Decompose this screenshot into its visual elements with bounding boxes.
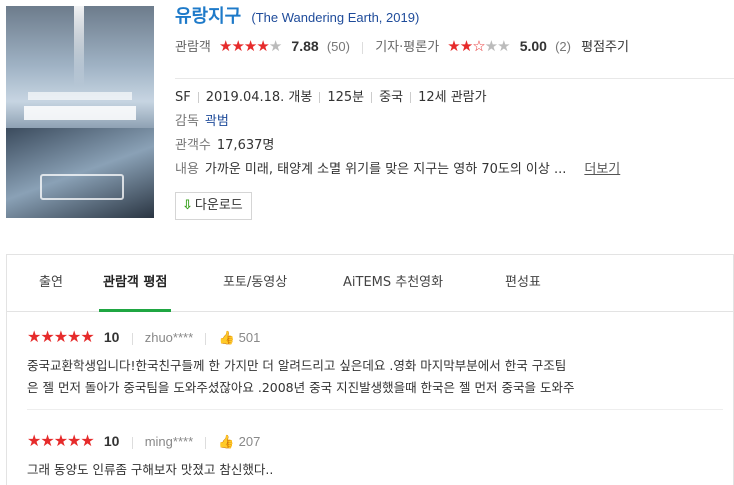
poster-ice-landscape: [6, 128, 154, 218]
download-button[interactable]: ⇩ 다운로드: [175, 192, 252, 220]
movie-original-title: (The Wandering Earth, 2019): [251, 10, 420, 25]
plot-label: 내용: [175, 162, 199, 177]
review-text: 그래 동양도 인류좀 구해보자 맛졌고 참신했다..: [27, 459, 723, 481]
review-text-line: 그래 동양도 인류좀 구해보자 맛졌고 참신했다..: [27, 462, 274, 477]
country[interactable]: 중국: [379, 90, 403, 105]
divider: [131, 436, 133, 449]
tab-cast[interactable]: 출연: [39, 255, 63, 311]
review-panel: 출연 관람객 평점 포토/동영상 AiTEMS 추천영화 편성표 ★★★★★ 1…: [6, 254, 734, 485]
audience-rating-label: 관람객: [175, 40, 211, 55]
review-divider: [27, 409, 723, 410]
review-likes: 207: [238, 434, 261, 449]
download-icon: ⇩: [182, 198, 193, 213]
review-text: 중국교환학생입니다!한국친구들께 한 가지만 더 알려드리고 싶은데요 .영화 …: [27, 355, 723, 399]
critic-star-icons: ★★☆★★: [447, 37, 510, 55]
audience-score: 7.88: [291, 38, 319, 54]
divider: [205, 436, 207, 449]
review-user[interactable]: zhuo****: [145, 330, 193, 345]
review-text-line: 중국교환학생입니다!한국친구들께 한 가지만 더 알려드리고 싶은데요 .영화 …: [27, 358, 567, 373]
review-likes: 501: [238, 330, 261, 345]
review-star-icons: ★★★★★: [27, 327, 95, 346]
poster-light-beam: [74, 6, 84, 86]
review-item: ★★★★★ 10 ming**** 👍 207 그래 동양도 인류좀 구해보자 맛…: [27, 429, 723, 481]
viewers-label: 관객수: [175, 138, 211, 153]
review-score: 10: [103, 329, 120, 345]
tab-schedule[interactable]: 편성표: [505, 255, 541, 311]
tab-aitems-recommend[interactable]: AiTEMS 추천영화: [343, 255, 443, 311]
rate-button[interactable]: 평점주기: [581, 40, 629, 55]
release-date: 2019.04.18. 개봉: [205, 90, 313, 105]
review-text-line: 은 젤 먼저 돌아가 중국팀을 도와주셨잖아요 .2008년 중국 지진발생했을…: [27, 380, 575, 395]
poster-tagline: [28, 92, 132, 100]
poster-logo: [40, 174, 124, 200]
divider: [362, 41, 364, 54]
rating-row: 관람객 ★★★★★ 7.88 (50) 기자·평론가 ★★☆★★ 5.00 (2…: [175, 34, 734, 58]
tab-photo-video[interactable]: 포토/동영상: [223, 255, 287, 311]
genre[interactable]: SF: [175, 90, 191, 105]
audience-count: (50): [326, 39, 350, 54]
review-star-icons: ★★★★★: [27, 431, 95, 450]
tab-audience-reviews[interactable]: 관람객 평점: [98, 255, 172, 312]
critic-count: (2): [555, 39, 571, 54]
review-score: 10: [103, 433, 120, 449]
movie-poster[interactable]: [6, 6, 154, 218]
director-label: 감독: [175, 114, 199, 129]
plot-summary: 가까운 미래, 태양계 소멸 위기를 맞은 지구는 영하 70도의 이상 ...: [204, 162, 567, 177]
runtime: 125분: [327, 90, 365, 105]
critic-score: 5.00: [519, 38, 547, 54]
thumbs-up-icon[interactable]: 👍: [218, 435, 234, 450]
movie-title[interactable]: 유랑지구: [175, 6, 241, 27]
age-rating: 12세 관람가: [418, 90, 487, 105]
viewers-count: 17,637명: [216, 138, 275, 153]
director-link[interactable]: 곽범: [205, 114, 229, 129]
thumbs-up-icon[interactable]: 👍: [218, 331, 234, 346]
audience-star-icons: ★★★★★: [219, 37, 282, 55]
tab-bar: 출연 관람객 평점 포토/동영상 AiTEMS 추천영화 편성표: [7, 255, 733, 312]
divider: [175, 78, 734, 79]
divider: [131, 332, 133, 345]
download-label: 다운로드: [194, 198, 243, 213]
poster-headline: [24, 106, 136, 120]
review-item: ★★★★★ 10 zhuo**** 👍 501 중국교환학생입니다!한국친구들께 …: [27, 325, 723, 399]
divider: [205, 332, 207, 345]
critic-rating-label: 기자·평론가: [375, 40, 440, 55]
review-user[interactable]: ming****: [145, 434, 193, 449]
more-link[interactable]: 더보기: [584, 162, 620, 177]
movie-meta: SF 2019.04.18. 개봉 125분 중국 12세 관람가 감독 곽범 관객수 17…: [175, 86, 734, 182]
movie-info: 유랑지구 (The Wandering Earth, 2019) 관람객 ★★★…: [175, 0, 734, 220]
